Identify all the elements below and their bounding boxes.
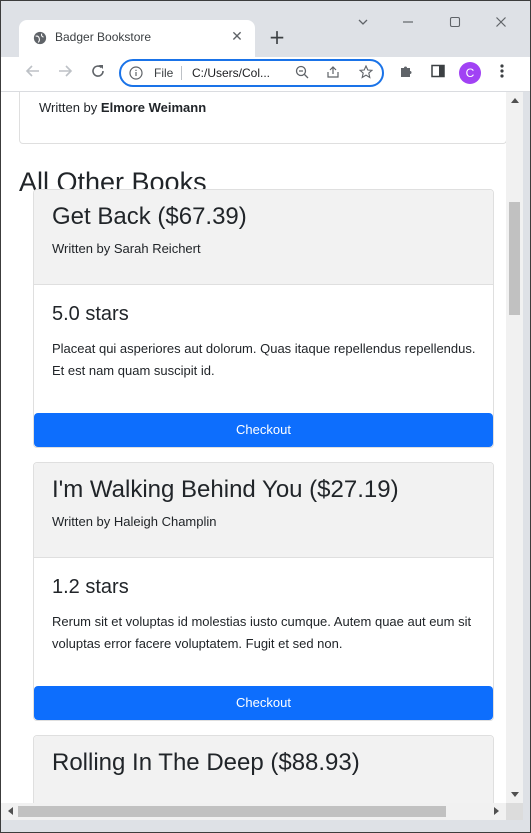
book-card: Rolling In The Deep ($88.93) bbox=[33, 735, 494, 803]
globe-icon bbox=[33, 31, 47, 45]
book-rating: 1.2 stars bbox=[52, 576, 129, 598]
book-card-header: Get Back ($67.39) Written by Sarah Reich… bbox=[34, 190, 493, 285]
previous-book-card: Written by Elmore Weimann bbox=[19, 92, 507, 144]
side-panel-icon[interactable] bbox=[427, 63, 449, 85]
url-scheme-label: File bbox=[154, 66, 174, 80]
profile-avatar[interactable]: C bbox=[459, 62, 481, 84]
book-card-header: Rolling In The Deep ($88.93) bbox=[34, 736, 493, 803]
browser-toolbar: File C:/Users/Col... bbox=[1, 57, 530, 92]
tab-strip: Badger Bookstore ✕ + bbox=[1, 1, 530, 57]
page-viewport: Written by Elmore Weimann All Other Book… bbox=[1, 92, 514, 803]
bookmark-star-icon[interactable] bbox=[358, 64, 374, 81]
close-window-icon[interactable] bbox=[491, 15, 511, 35]
zoom-icon[interactable] bbox=[294, 65, 310, 81]
book-title: I'm Walking Behind You ($27.19) bbox=[52, 476, 399, 503]
window-bottom-edge bbox=[1, 820, 530, 832]
menu-kebab-icon[interactable] bbox=[491, 63, 513, 85]
book-card-header: I'm Walking Behind You ($27.19) Written … bbox=[34, 463, 493, 558]
forward-arrow-icon[interactable] bbox=[54, 63, 76, 85]
book-rating: 5.0 stars bbox=[52, 303, 129, 325]
book-card: I'm Walking Behind You ($27.19) Written … bbox=[33, 462, 494, 721]
book-description: Placeat qui asperiores aut dolorum. Quas… bbox=[52, 341, 476, 378]
book-card: Get Back ($67.39) Written by Sarah Reich… bbox=[33, 189, 494, 448]
horizontal-scroll-thumb[interactable] bbox=[18, 806, 446, 817]
book-title: Rolling In The Deep ($88.93) bbox=[52, 749, 360, 776]
tab-badger-bookstore[interactable]: Badger Bookstore ✕ bbox=[19, 20, 255, 57]
minimize-icon[interactable] bbox=[398, 15, 418, 35]
browser-window: Badger Bookstore ✕ + File C:/Users/Col..… bbox=[0, 0, 531, 833]
vertical-scroll-thumb[interactable] bbox=[509, 202, 520, 315]
scroll-left-arrow-icon[interactable] bbox=[5, 807, 15, 817]
horizontal-scrollbar[interactable] bbox=[1, 803, 506, 820]
tab-title: Badger Bookstore bbox=[55, 30, 152, 44]
author-prefix: Written by bbox=[39, 100, 98, 115]
new-tab-button[interactable]: + bbox=[266, 27, 288, 49]
scroll-down-arrow-icon[interactable] bbox=[510, 791, 520, 801]
book-description: Rerum sit et voluptas id molestias iusto… bbox=[52, 614, 472, 651]
vertical-scrollbar[interactable] bbox=[506, 92, 523, 803]
scroll-up-arrow-icon[interactable] bbox=[510, 96, 520, 106]
back-arrow-icon[interactable] bbox=[22, 63, 44, 85]
share-icon[interactable] bbox=[325, 65, 341, 81]
maximize-icon[interactable] bbox=[445, 15, 465, 35]
book-author: Written by Sarah Reichert bbox=[52, 241, 201, 256]
omnibox-divider bbox=[181, 66, 182, 80]
previous-book-author: Written by Elmore Weimann bbox=[39, 100, 206, 115]
checkout-button[interactable]: Checkout bbox=[34, 686, 493, 720]
reload-icon[interactable] bbox=[87, 63, 109, 85]
author-name: Elmore Weimann bbox=[100, 100, 207, 115]
extensions-puzzle-icon[interactable] bbox=[395, 63, 417, 85]
address-bar[interactable]: File C:/Users/Col... bbox=[119, 59, 384, 87]
checkout-button[interactable]: Checkout bbox=[34, 413, 493, 447]
tab-search-chevron-icon[interactable] bbox=[353, 15, 373, 35]
close-tab-icon[interactable]: ✕ bbox=[229, 29, 245, 45]
book-title: Get Back ($67.39) bbox=[52, 203, 247, 230]
url-text[interactable]: C:/Users/Col... bbox=[192, 66, 270, 80]
scrollbar-corner bbox=[506, 803, 523, 820]
info-icon[interactable] bbox=[129, 66, 143, 80]
scroll-right-arrow-icon[interactable] bbox=[492, 807, 502, 817]
book-author: Written by Haleigh Champlin bbox=[52, 514, 217, 529]
